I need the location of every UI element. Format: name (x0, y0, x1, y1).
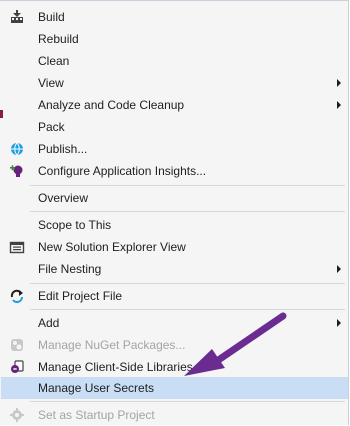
edit-project-icon (9, 288, 25, 304)
menu-item-label: Manage NuGet Packages... (38, 338, 186, 352)
menu-item-file-nesting[interactable]: File Nesting (1, 258, 348, 280)
menu-separator (30, 401, 345, 402)
menu-separator (30, 283, 345, 284)
menu-item-set-as-startup-project: Set as Startup Project (1, 404, 348, 426)
menu-item-label: Publish... (38, 142, 88, 156)
submenu-arrow-icon (337, 79, 341, 87)
menu-item-clean[interactable]: Clean (1, 50, 348, 72)
menu-separator (30, 309, 345, 310)
menu-item-analyze-code-cleanup[interactable]: Analyze and Code Cleanup (1, 94, 348, 116)
menu-item-publish[interactable]: Publish... (1, 138, 348, 160)
menu-item-label: Clean (38, 54, 70, 68)
solution-explorer-icon (9, 239, 25, 255)
menu-item-rebuild[interactable]: Rebuild (1, 28, 348, 50)
menu-item-configure-app-insights[interactable]: Configure Application Insights... (1, 160, 348, 182)
menu-item-manage-client-side-libraries[interactable]: Manage Client-Side Libraries... (1, 356, 348, 378)
menu-item-new-solution-explorer-view[interactable]: New Solution Explorer View (1, 236, 348, 258)
client-libraries-icon (9, 359, 25, 375)
lightbulb-icon (9, 163, 25, 179)
menu-item-label: Add (38, 316, 60, 330)
nuget-icon (9, 337, 25, 353)
menu-item-label: Rebuild (38, 32, 79, 46)
menu-item-view[interactable]: View (1, 72, 348, 94)
menu-item-add[interactable]: Add (1, 312, 348, 334)
submenu-arrow-icon (337, 265, 341, 273)
menu-item-edit-project-file[interactable]: Edit Project File (1, 285, 348, 307)
menu-item-overview[interactable]: Overview (1, 187, 348, 209)
editor-edge-marker (0, 110, 3, 118)
menu-item-manage-nuget-packages: Manage NuGet Packages... (1, 334, 348, 356)
submenu-arrow-icon (337, 101, 341, 109)
menu-item-label: File Nesting (38, 262, 102, 276)
context-menu: Build Rebuild Clean View Analyze and Cod… (0, 0, 349, 425)
globe-publish-icon (9, 141, 25, 157)
menu-item-label: Overview (38, 191, 89, 205)
menu-item-label: New Solution Explorer View (38, 240, 186, 254)
menu-item-label: Configure Application Insights... (38, 164, 207, 178)
gear-icon (9, 407, 25, 423)
build-icon (9, 9, 25, 25)
menu-item-label: Build (38, 10, 65, 24)
menu-separator (30, 211, 345, 212)
menu-item-label: Scope to This (38, 218, 112, 232)
menu-separator (30, 185, 345, 186)
menu-item-label: Manage Client-Side Libraries... (38, 360, 203, 374)
menu-item-label: View (38, 76, 64, 90)
menu-item-build[interactable]: Build (1, 6, 348, 28)
menu-item-label: Manage User Secrets (38, 381, 155, 395)
menu-item-manage-user-secrets[interactable]: Manage User Secrets (1, 377, 348, 399)
menu-item-label: Pack (38, 120, 65, 134)
menu-item-scope-to-this[interactable]: Scope to This (1, 214, 348, 236)
submenu-arrow-icon (337, 319, 341, 327)
menu-item-pack[interactable]: Pack (1, 116, 348, 138)
menu-item-label: Edit Project File (38, 289, 123, 303)
menu-item-label: Analyze and Code Cleanup (38, 98, 185, 112)
menu-item-label: Set as Startup Project (38, 408, 155, 422)
